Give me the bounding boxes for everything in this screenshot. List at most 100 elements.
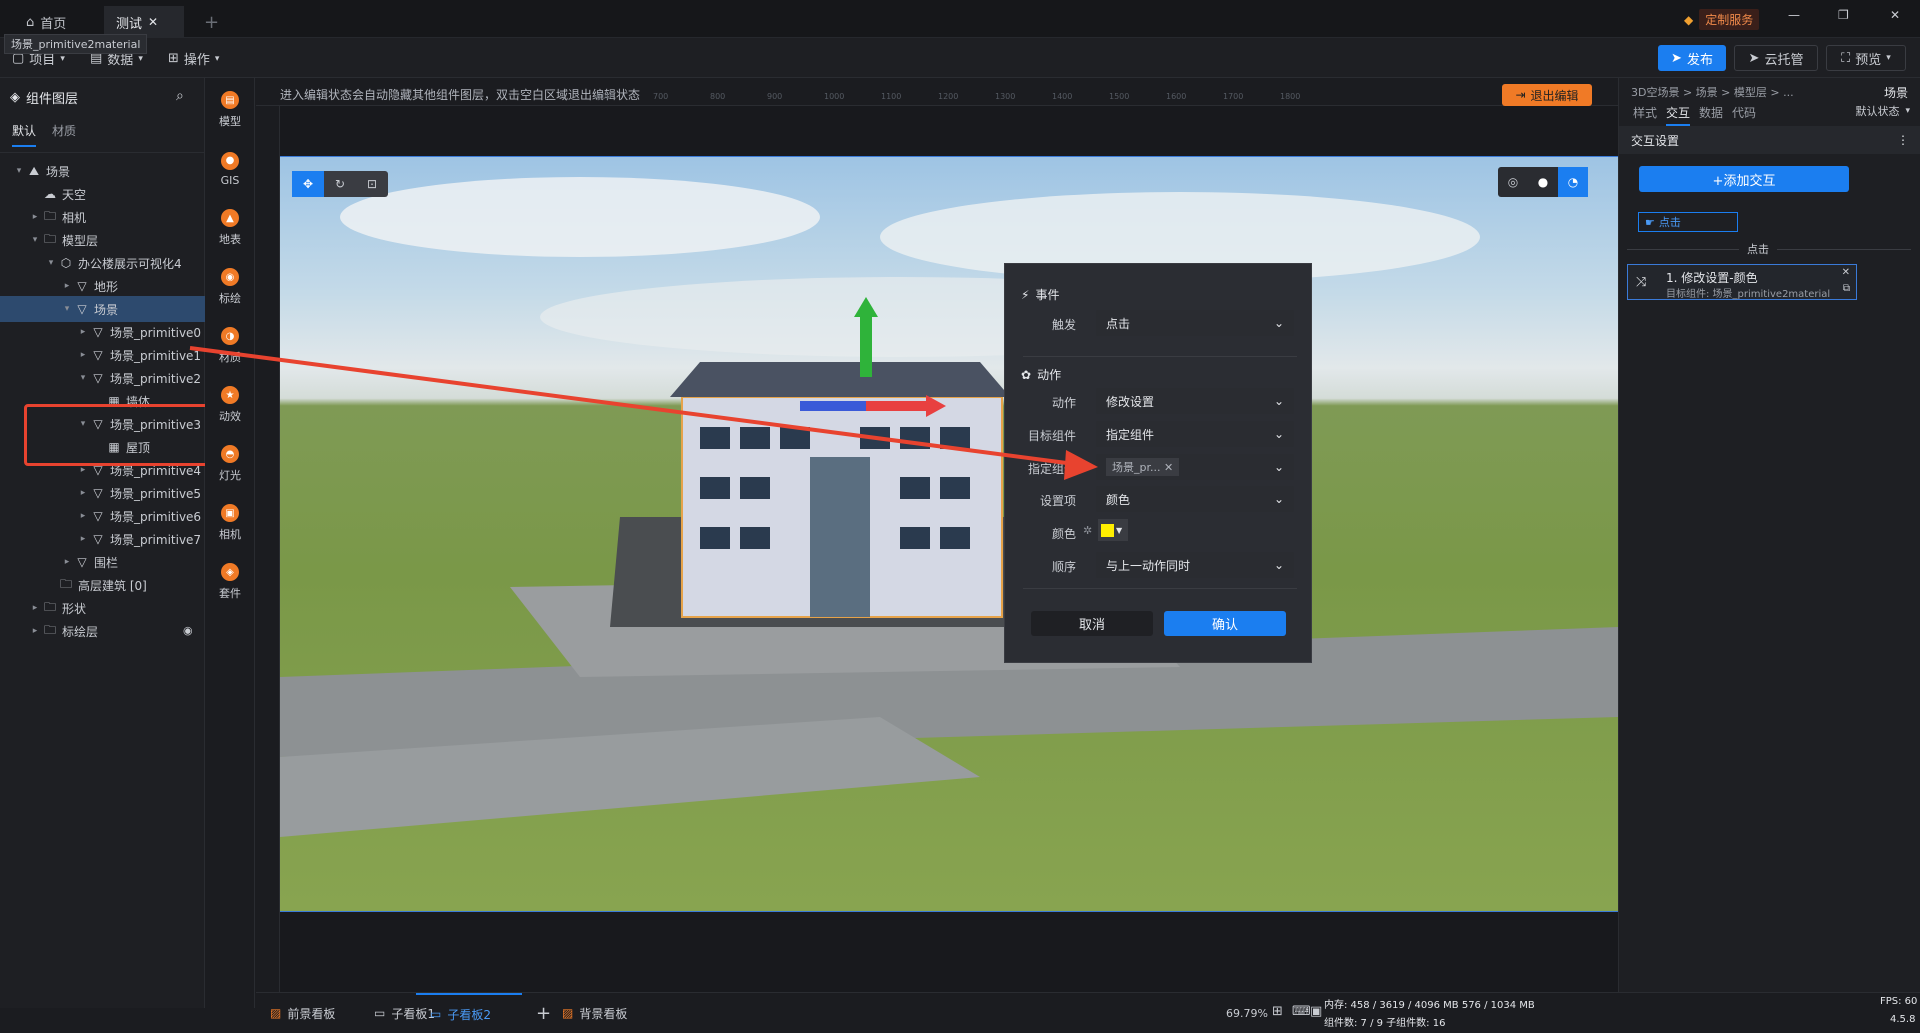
chevron-down-icon: ▾ (1886, 53, 1891, 63)
tab-default[interactable]: 默认 (12, 122, 37, 147)
window-close-icon[interactable]: ✕ (1890, 8, 1900, 22)
version: 4.5.8 (1890, 1014, 1916, 1025)
preview-button[interactable]: ⛶ 预览 ▾ (1826, 45, 1906, 71)
plus-icon: + (204, 11, 220, 33)
shuffle-icon: ⤨ (1636, 275, 1647, 290)
caret-icon[interactable]: ▸ (76, 511, 90, 521)
icon-bar-item[interactable]: ◉ 标绘 (205, 259, 255, 315)
caret-icon[interactable]: ▸ (76, 488, 90, 498)
cancel-button[interactable]: 取消 (1031, 611, 1153, 636)
setting-select[interactable]: 颜色 ⌄ (1096, 486, 1294, 512)
specify-select[interactable]: 场景_pr... ✕ ⌄ (1096, 454, 1294, 480)
monitor-icon: ▭ (374, 1006, 386, 1020)
icon-bar-item[interactable]: ◑ 材质 (205, 318, 255, 374)
action-select[interactable]: 修改设置 ⌄ (1096, 388, 1294, 414)
sphere-icon[interactable]: ● (1528, 167, 1558, 197)
target-select[interactable]: 指定组件 ⌄ (1096, 421, 1294, 447)
caret-icon[interactable]: ▸ (76, 534, 90, 544)
caret-icon[interactable]: ▸ (60, 281, 74, 291)
confirm-button[interactable]: 确认 (1164, 611, 1286, 636)
state-select[interactable]: 默认状态 ▾ (1855, 101, 1910, 121)
caret-icon[interactable]: ▾ (44, 258, 58, 268)
tree-item[interactable]: ▸ 🗀 标绘层 (0, 618, 205, 644)
fit-icon[interactable]: ⊞ (1272, 1004, 1283, 1019)
exit-edit-label: 退出编辑 (1530, 88, 1579, 103)
visibility-icon[interactable]: ◉ (183, 624, 193, 637)
globe-icon[interactable]: ◎ (1498, 167, 1528, 197)
component-icon: ▲ (221, 209, 239, 227)
specify-tag[interactable]: 场景_pr... ✕ (1106, 458, 1180, 476)
caret-icon[interactable]: ▸ (76, 465, 90, 475)
caret-icon[interactable]: ▸ (28, 603, 42, 613)
cloud-button[interactable]: ➤ 云托管 (1734, 45, 1818, 71)
action-card-title: 1. 修改设置-颜色 (1666, 271, 1758, 285)
tab-sub-board-2[interactable]: ▭ 子看板2 (416, 993, 522, 1033)
close-icon[interactable]: ✕ (1842, 267, 1850, 278)
caret-icon[interactable]: ▸ (28, 626, 42, 636)
action-card[interactable]: ⤨ 1. 修改设置-颜色 目标组件: 场景_primitive2material… (1627, 264, 1857, 300)
3d-viewport[interactable]: ✥ ↻ ⊡ ◎ ● ◔ (280, 156, 1618, 912)
zoom-level[interactable]: 69.79% (1226, 1007, 1268, 1020)
memory-stats: 内存: 458 / 3619 / 4096 MB 576 / 1034 MB (1324, 1000, 1535, 1011)
event-tag[interactable]: ☛ 点击 (1638, 212, 1738, 232)
more-icon[interactable]: ⋮ (1897, 133, 1909, 147)
caret-icon[interactable]: ▸ (60, 557, 74, 567)
triangle-icon: ▽ (93, 532, 103, 546)
icon-bar-item[interactable]: ★ 动效 (205, 377, 255, 433)
tab-background-board[interactable]: ▨ 背景看板 (548, 993, 641, 1033)
caret-icon[interactable]: ▾ (60, 304, 74, 314)
tree-item-label: 场景_primitive0 (110, 325, 202, 340)
tab-material[interactable]: 材质 (52, 122, 76, 139)
component-icon: ◑ (221, 327, 239, 345)
property-tab[interactable]: 代码 (1732, 104, 1756, 124)
terminal-icon[interactable]: ▣ (1310, 1004, 1322, 1019)
editor-canvas[interactable]: 进入编辑状态会自动隐藏其他组件图层，双击空白区域退出编辑状态 600 700 800… (256, 78, 1618, 992)
publish-button[interactable]: ➤ 发布 (1658, 45, 1726, 71)
minimize-icon[interactable]: — (1788, 8, 1800, 22)
new-tab-button[interactable]: + (192, 6, 231, 38)
move-icon[interactable]: ✥ (292, 171, 324, 197)
maximize-icon[interactable]: ❐ (1838, 8, 1849, 22)
orbit-icon[interactable]: ◔ (1558, 167, 1588, 197)
component-stats: 组件数: 7 / 9 子组件数: 16 (1324, 1018, 1446, 1029)
color-picker[interactable]: ▼ (1098, 519, 1128, 541)
icon-bar-item[interactable]: ◓ 灯光 (205, 436, 255, 492)
reset-icon[interactable]: ✲ (1083, 524, 1092, 537)
icon-bar-item[interactable]: ▣ 相机 (205, 495, 255, 551)
keyboard-icon[interactable]: ⌨ (1292, 1004, 1311, 1019)
copy-icon[interactable]: ⧉ (1843, 283, 1850, 294)
operate-menu[interactable]: ⊞ 操作 ▾ (168, 49, 219, 68)
tab-foreground-board[interactable]: ▨ 前景看板 (256, 993, 349, 1033)
custom-service-button[interactable]: ◆ 定制服务 (1684, 9, 1760, 30)
icon-bar-item[interactable]: ▤ 模型 (205, 82, 255, 138)
caret-icon[interactable]: ▾ (12, 166, 26, 176)
search-icon[interactable]: ⌕ (176, 88, 184, 104)
icon-bar-item[interactable]: ● GIS (205, 141, 255, 197)
chevron-down-icon: ⌄ (1273, 460, 1284, 474)
caret-icon[interactable]: ▸ (76, 327, 90, 337)
caret-icon[interactable]: ▾ (28, 235, 42, 245)
trigger-value: 点击 (1106, 316, 1131, 331)
close-icon[interactable]: ✕ (148, 15, 158, 29)
icon-bar-item[interactable]: ◈ 套件 (205, 554, 255, 610)
add-interaction-button[interactable]: +添加交互 (1639, 166, 1849, 192)
y-axis-gizmo[interactable] (860, 317, 872, 377)
click-icon: ☛ (1645, 215, 1655, 229)
scale-icon[interactable]: ⊡ (356, 171, 388, 197)
property-tab[interactable]: 交互 (1666, 104, 1691, 126)
cloud-label: 云托管 (1764, 52, 1804, 68)
trigger-select[interactable]: 点击 ⌄ (1096, 310, 1294, 336)
rotate-icon[interactable]: ↻ (324, 171, 356, 197)
order-select[interactable]: 与上一动作同时 ⌄ (1096, 552, 1294, 578)
property-tab[interactable]: 样式 (1633, 104, 1657, 124)
layers-icon: ◈ (10, 90, 20, 105)
icon-bar-label: 动效 (219, 410, 241, 423)
exit-edit-button[interactable]: ⇥ 退出编辑 (1502, 84, 1592, 106)
divider (0, 152, 205, 153)
caret-icon[interactable]: ▸ (28, 212, 42, 222)
caret-icon[interactable]: ▸ (76, 350, 90, 360)
operate-label: 操作 (183, 53, 210, 68)
icon-bar-item[interactable]: ▲ 地表 (205, 200, 255, 256)
caret-icon[interactable]: ▾ (76, 373, 90, 383)
property-tab[interactable]: 数据 (1699, 104, 1723, 124)
